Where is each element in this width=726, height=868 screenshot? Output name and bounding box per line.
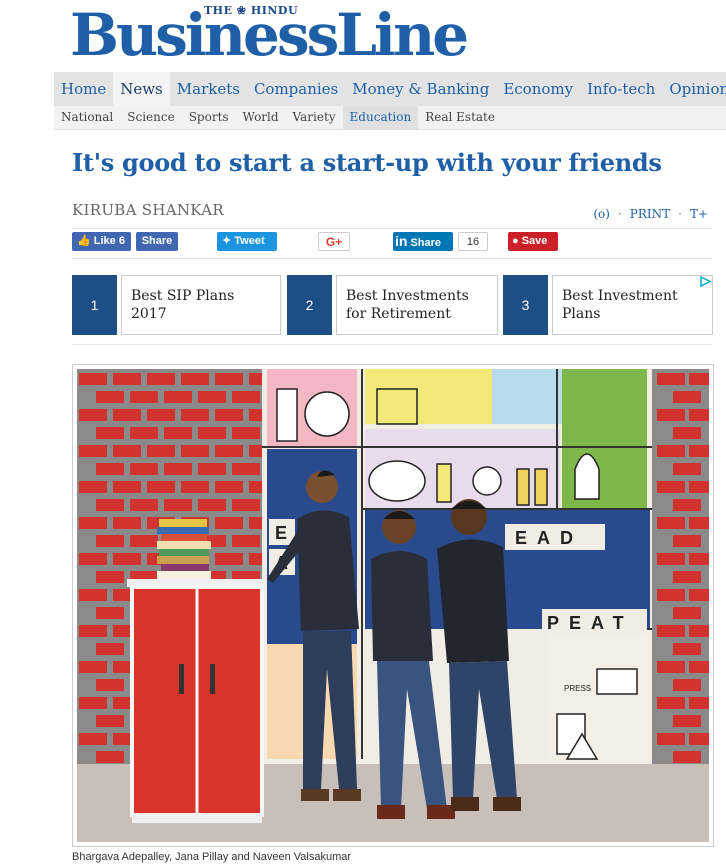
nav-item-companies[interactable]: Companies [247,72,345,106]
nav-item-markets[interactable]: Markets [170,72,247,106]
subnav-item-real-estate[interactable]: Real Estate [418,106,502,129]
pinterest-icon: ● [512,235,519,247]
pinterest-save-button[interactable]: ● Save [508,232,558,251]
thumbs-up-icon: 👍 [77,235,91,247]
ad-number: 2 [287,275,332,335]
nav-item-news[interactable]: News [113,72,170,106]
nav-item-money-banking[interactable]: Money & Banking [345,72,496,106]
article-tools: (o) · PRINT · T+ [593,207,708,221]
main-nav: Home News Markets Companies Money & Bank… [54,72,726,106]
founders-photo-illustration: E A EAD PEAT PRESS [77,369,709,842]
ad-number: 3 [503,275,548,335]
subnav-item-national[interactable]: National [54,106,120,129]
mural-letters-left: E [275,523,287,543]
tweet-label: Tweet [234,235,265,247]
nav-item-economy[interactable]: Economy [496,72,580,106]
photo-caption: Bhargava Adepalley, Jana Pillay and Nave… [72,851,352,863]
red-cupboard [127,579,267,823]
book-stack [157,519,211,579]
subnav-item-sports[interactable]: Sports [182,106,236,129]
logo-supertitle: THE ❀ HINDU [204,4,299,17]
twitter-bird-icon: ✦ [222,235,232,247]
mural-letters-bottom: PEAT [547,613,634,633]
article-photo[interactable]: E A EAD PEAT PRESS [72,364,714,847]
subnav-item-world[interactable]: World [236,106,286,129]
comments-count-link[interactable]: (o) [593,207,610,221]
article-author[interactable]: KIRUBA SHANKAR [72,201,224,219]
linkedin-share-button[interactable]: in Share [393,232,453,251]
tweet-button[interactable]: ✦ Tweet [217,232,277,251]
nav-item-info-tech[interactable]: Info-tech [580,72,662,106]
pinterest-save-label: Save [521,235,548,247]
social-share-bar: 👍 Like 6 Share ✦ Tweet G+ in Share 16 ● S… [0,232,726,252]
divider [72,344,712,345]
divider [72,258,712,259]
subnav-item-education[interactable]: Education [342,106,419,129]
print-link[interactable]: PRINT [630,207,670,221]
facebook-like-button[interactable]: 👍 Like 6 [72,232,131,251]
facebook-share-button[interactable]: Share [136,232,178,251]
ad-text[interactable]: Best Investment Plans [552,275,713,335]
mural-letters-right: EAD [515,528,583,548]
facebook-like-label: Like 6 [93,235,125,247]
article-headline: It's good to start a start-up with your … [72,148,662,177]
divider [72,228,712,229]
ad-text[interactable]: Best SIP Plans 2017 [121,275,281,335]
tools-separator: · [617,207,622,221]
linkedin-icon: in [395,233,408,249]
tools-separator: · [678,207,682,221]
masthead-logo[interactable]: BusinessLine THE ❀ HINDU [70,2,470,68]
mural-sky-panel [492,369,562,424]
text-size-button[interactable]: T+ [690,207,708,221]
google-plus-button[interactable]: G+ [318,232,350,251]
linkedin-share-label: Share [410,237,442,249]
mural-book-label: PRESS [564,684,591,693]
sub-nav: National Science Sports World Variety Ed… [54,106,726,130]
adchoices-icon[interactable] [700,276,711,287]
nav-item-opinion[interactable]: Opinion [662,72,726,106]
nav-item-home[interactable]: Home [54,72,113,106]
subnav-item-science[interactable]: Science [120,106,181,129]
linkedin-share-count: 16 [458,232,488,251]
ad-number: 1 [72,275,117,335]
ad-text[interactable]: Best Investments for Retirement [336,275,498,335]
subnav-item-variety[interactable]: Variety [286,106,343,129]
